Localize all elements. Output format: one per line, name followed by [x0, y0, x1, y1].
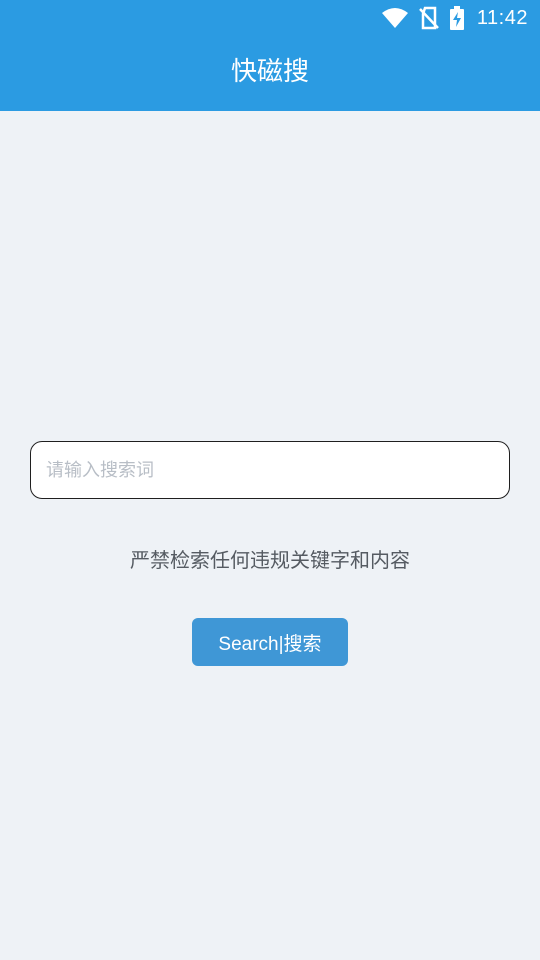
- status-icons: 11:42: [381, 5, 528, 31]
- no-sim-icon: [419, 6, 439, 30]
- battery-charging-icon: [449, 6, 465, 30]
- app-header: 11:42 快磁搜: [0, 0, 540, 111]
- page-title: 快磁搜: [230, 57, 309, 87]
- search-button[interactable]: Search|搜索: [192, 618, 348, 666]
- search-notice: 严禁检索任何违规关键字和内容: [130, 548, 410, 572]
- search-input[interactable]: [30, 441, 510, 499]
- wifi-icon: [381, 7, 409, 29]
- status-bar: 11:42: [0, 0, 540, 36]
- status-time: 11:42: [476, 6, 528, 29]
